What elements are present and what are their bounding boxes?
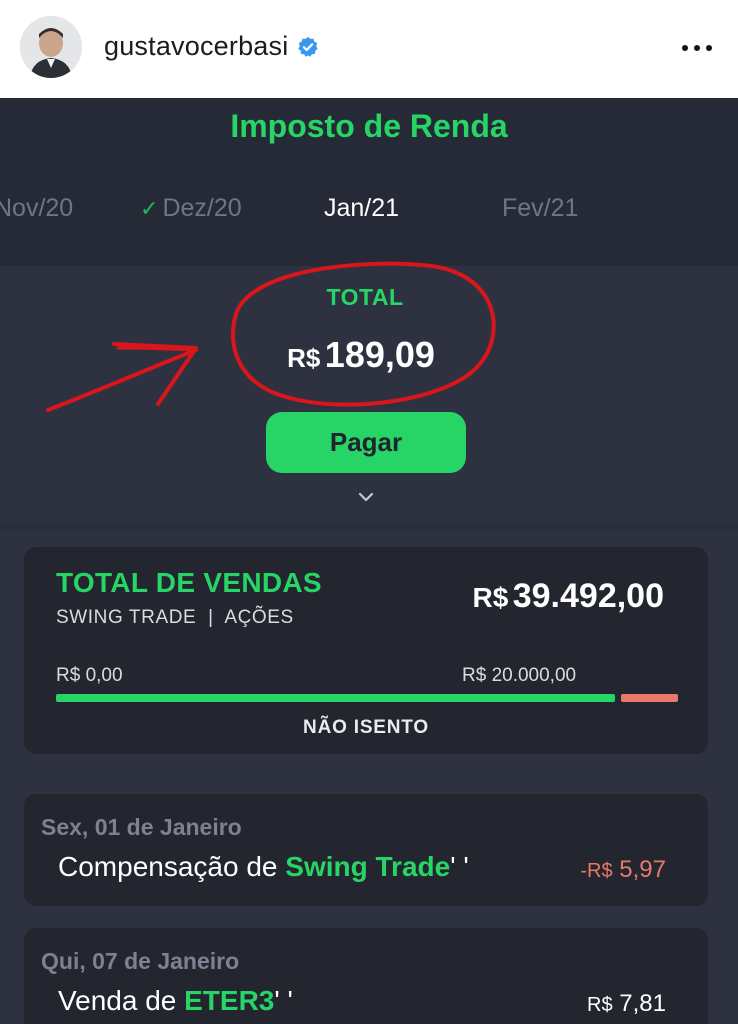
check-icon: ✓ [140, 196, 159, 221]
range-min-label: R$ 0,00 [56, 665, 123, 686]
sales-subtitle: SWING TRADE | AÇÕES [56, 607, 294, 628]
verified-badge-icon [298, 36, 319, 57]
username-block[interactable]: gustavocerbasi [104, 31, 319, 62]
transaction-value: 5,97 [619, 856, 666, 883]
tab-label: Dez/20 [162, 194, 242, 222]
transaction-currency: -R$ [580, 860, 613, 882]
transaction-prefix: Venda de [58, 985, 185, 1016]
tab-nov-20[interactable]: Nov/20 [0, 194, 73, 223]
app-screen: Imposto de Renda Nov/20 ✓ Dez/20 Jan/21 F… [0, 98, 738, 1024]
transaction-suffix: ' ' [450, 851, 469, 882]
tab-dez-20[interactable]: ✓ Dez/20 [140, 194, 242, 223]
sales-amount: R$ 39.492,00 [472, 577, 664, 616]
exemption-progress-bar [56, 694, 678, 702]
progress-fill-within-limit [56, 694, 615, 702]
avatar[interactable] [20, 16, 82, 78]
more-dot [706, 45, 712, 51]
total-currency: R$ [287, 343, 321, 373]
transaction-description: Venda de ETER3' ' [58, 985, 293, 1017]
more-horizontal-icon[interactable] [677, 33, 717, 63]
transaction-value: 7,81 [619, 990, 666, 1017]
page-title: Imposto de Renda [230, 108, 508, 144]
total-amount: R$ 189,09 [0, 334, 722, 376]
chevron-down-icon[interactable] [356, 490, 376, 504]
transaction-highlight: Swing Trade [285, 851, 451, 882]
more-dot [694, 45, 700, 51]
progress-fill-excess [621, 694, 678, 702]
sales-value: 39.492,00 [512, 577, 664, 615]
total-value: 189,09 [324, 334, 435, 375]
transaction-item[interactable]: Sex, 01 de Janeiro Compensação de Swing … [24, 794, 708, 906]
transaction-item[interactable]: Qui, 07 de Janeiro Venda de ETER3' ' R$ … [24, 928, 708, 1024]
transaction-currency: R$ [587, 994, 613, 1016]
transaction-highlight: ETER3 [184, 985, 275, 1016]
sales-title: TOTAL DE VENDAS [56, 567, 322, 598]
transaction-suffix: ' ' [274, 985, 293, 1016]
tab-label: Jan/21 [324, 194, 400, 222]
transaction-description: Compensação de Swing Trade' ' [58, 851, 469, 883]
section-divider [0, 522, 738, 530]
sales-currency: R$ [472, 582, 509, 613]
tab-jan-21[interactable]: Jan/21 [324, 194, 399, 223]
more-dot [682, 45, 688, 51]
transaction-amount: R$ 7,81 [587, 990, 666, 1018]
transaction-date: Qui, 07 de Janeiro [41, 948, 240, 974]
transaction-date: Sex, 01 de Janeiro [41, 814, 242, 840]
exemption-status: NÃO ISENTO [303, 717, 429, 738]
tab-label: Fev/21 [502, 194, 579, 222]
pay-button[interactable]: Pagar [266, 412, 466, 473]
sales-card[interactable]: TOTAL DE VENDAS SWING TRADE | AÇÕES R$ 3… [24, 547, 708, 754]
post-header: gustavocerbasi [0, 0, 738, 98]
transaction-amount: -R$ 5,97 [580, 856, 666, 884]
tab-fev-21[interactable]: Fev/21 [502, 194, 578, 223]
tab-label: Nov/20 [0, 194, 74, 222]
username[interactable]: gustavocerbasi [104, 31, 288, 62]
range-max-label: R$ 20.000,00 [462, 665, 577, 686]
total-label: TOTAL [326, 284, 404, 310]
transaction-prefix: Compensação de [58, 851, 286, 882]
